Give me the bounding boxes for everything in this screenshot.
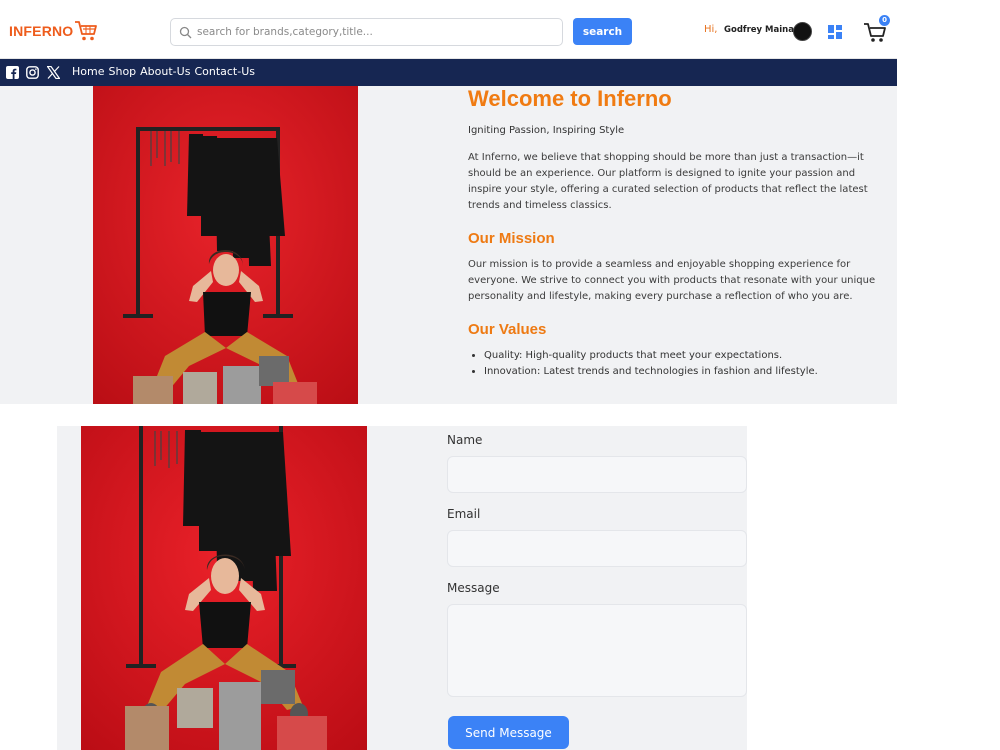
- hero-image: [93, 86, 358, 404]
- nav-link-about[interactable]: About-Us: [140, 65, 190, 78]
- mission-paragraph: Our mission is to provide a seamless and…: [468, 259, 876, 302]
- email-field[interactable]: [447, 530, 747, 567]
- send-message-button[interactable]: Send Message: [448, 716, 569, 749]
- about-section: Welcome to Inferno Igniting Passion, Ins…: [468, 86, 888, 380]
- avatar[interactable]: [793, 22, 812, 41]
- contact-form: Name Email Message Send Message: [447, 426, 747, 750]
- instagram-icon[interactable]: [26, 66, 39, 79]
- values-heading: Our Values: [468, 321, 547, 338]
- greeting-text: Hi,: [704, 24, 718, 35]
- cart-count-badge: 0: [879, 15, 890, 26]
- main-navbar: Home Shop About-Us Contact-Us: [0, 59, 897, 86]
- name-label: Name: [447, 433, 483, 447]
- nav-link-home[interactable]: Home: [72, 65, 104, 78]
- contact-page-screenshot: Name Email Message Send Message: [57, 426, 747, 750]
- search-bar[interactable]: [170, 18, 563, 46]
- contact-hero-image: [81, 426, 367, 750]
- site-header: INFERNO search Hi, Godfrey Maina: [0, 8, 897, 59]
- dashboard-icon[interactable]: [828, 25, 842, 39]
- values-list: Quality: High-quality products that meet…: [468, 348, 888, 380]
- facebook-icon[interactable]: [6, 66, 19, 79]
- message-label: Message: [447, 581, 500, 595]
- search-button[interactable]: search: [573, 18, 632, 45]
- logo-text[interactable]: INFERNO: [9, 23, 73, 39]
- nav-links: Home Shop About-Us Contact-Us: [72, 65, 255, 78]
- x-icon[interactable]: [47, 66, 60, 79]
- email-label: Email: [447, 507, 481, 521]
- mission-heading: Our Mission: [468, 230, 555, 247]
- user-name[interactable]: Godfrey Maina: [724, 25, 794, 35]
- intro-paragraph: At Inferno, we believe that shopping sho…: [468, 152, 868, 211]
- search-icon: [179, 26, 192, 39]
- tagline: Igniting Passion, Inspiring Style: [468, 125, 625, 136]
- list-item: Quality: High-quality products that meet…: [484, 348, 888, 364]
- about-page-screenshot: INFERNO search Hi, Godfrey Maina: [0, 8, 897, 404]
- nav-link-shop[interactable]: Shop: [108, 65, 136, 78]
- list-item: Innovation: Latest trends and technologi…: [484, 364, 888, 380]
- nav-link-contact[interactable]: Contact-Us: [194, 65, 255, 78]
- message-field[interactable]: [447, 604, 747, 697]
- page-title: Welcome to Inferno: [468, 86, 672, 111]
- search-input[interactable]: [197, 22, 557, 42]
- logo-cart-icon[interactable]: [73, 19, 99, 43]
- name-field[interactable]: [447, 456, 747, 493]
